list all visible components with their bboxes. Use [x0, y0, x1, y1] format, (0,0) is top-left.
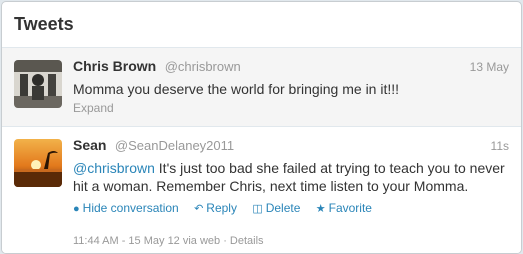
avatar[interactable] — [14, 139, 62, 187]
favorite-button[interactable]: ★ Favorite — [316, 201, 372, 215]
reply-label: Reply — [206, 201, 237, 215]
avatar[interactable] — [14, 60, 62, 108]
mention-link[interactable]: @chrisbrown — [73, 160, 155, 176]
tweet-text: Momma you deserve the world for bringing… — [73, 81, 400, 97]
tweet-username[interactable]: @chrisbrown — [165, 59, 241, 74]
tweet-fullname[interactable]: Sean — [73, 137, 106, 153]
favorite-label: Favorite — [328, 201, 372, 215]
tweet-username[interactable]: @SeanDelaney2011 — [115, 138, 234, 153]
panel-header: Tweets — [2, 2, 521, 48]
delete-label: Delete — [265, 201, 301, 215]
reply-arrow-icon: ↶ — [194, 203, 204, 215]
tweet-timestamp[interactable]: 11s — [491, 139, 509, 153]
tweet-text: @chrisbrown It's just too bad she failed… — [73, 159, 509, 195]
tweet-content: Sean @SeanDelaney2011 11s @chrisbrown It… — [73, 137, 509, 247]
expand-link[interactable]: Expand — [73, 101, 509, 115]
reply-button[interactable]: ↶ Reply — [194, 201, 237, 215]
tweet-item[interactable]: Sean @SeanDelaney2011 11s @chrisbrown It… — [2, 127, 521, 253]
tweet-item[interactable]: Chris Brown @chrisbrown 13 May Momma you… — [2, 48, 521, 127]
page-title: Tweets — [14, 14, 74, 34]
tweet-timestamp[interactable]: 13 May — [470, 60, 509, 74]
tweet-meta[interactable]: 11:44 AM - 15 May 12 via web · Details — [73, 235, 509, 247]
delete-button[interactable]: ◫ Delete — [252, 201, 300, 215]
speech-bubble-icon: ● — [73, 203, 80, 215]
tweet-actions: ● Hide conversation ↶ Reply ◫ Delete ★ Favor… — [73, 201, 509, 215]
star-icon: ★ — [315, 203, 326, 215]
hide-conversation-label: Hide conversation — [82, 201, 179, 215]
tweet-fullname[interactable]: Chris Brown — [73, 58, 156, 74]
hide-conversation-button[interactable]: ● Hide conversation — [73, 201, 179, 215]
tweet-content: Chris Brown @chrisbrown 13 May Momma you… — [73, 58, 509, 115]
tweets-panel: Tweets Chris Brown @chrisbrown 13 May Mo… — [1, 1, 522, 254]
trash-icon: ◫ — [252, 203, 263, 215]
